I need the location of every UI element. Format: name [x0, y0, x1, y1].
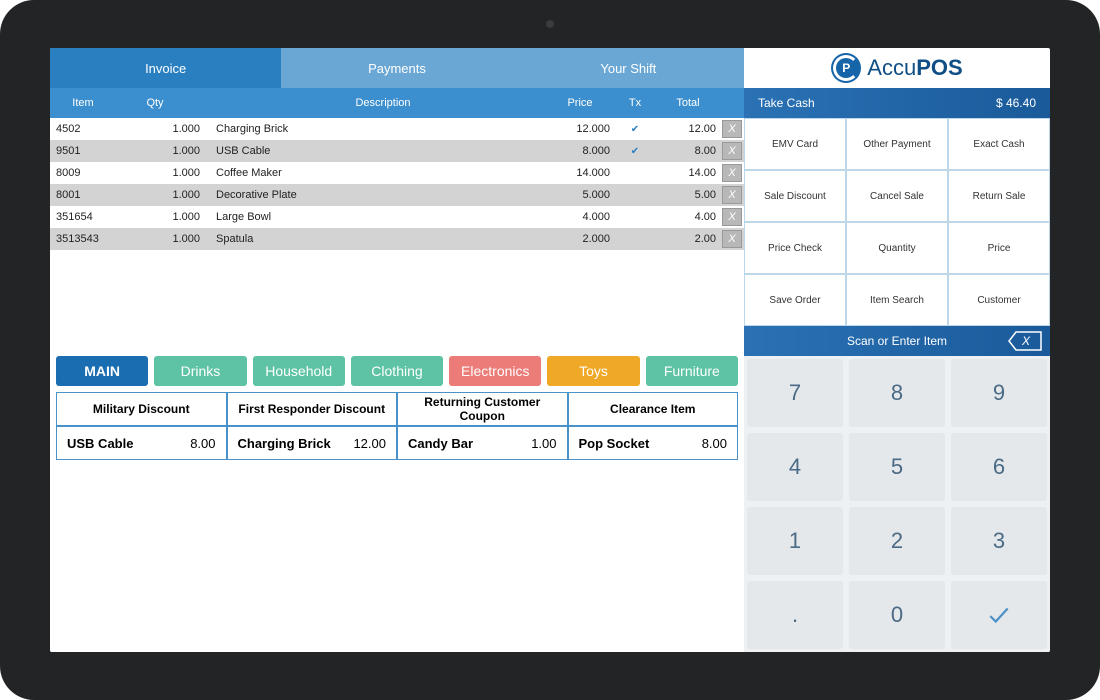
bottom-fill	[50, 460, 744, 652]
discount-military[interactable]: Military Discount	[56, 392, 227, 426]
key-8[interactable]: 8	[849, 359, 945, 427]
tablet-frame: Invoice Payments Your Shift Item Qty Des…	[0, 0, 1100, 700]
table-row[interactable]: 95011.000USB Cable8.000✔8.00X	[50, 140, 744, 162]
discount-row: Military Discount First Responder Discou…	[50, 392, 744, 426]
action-save-order[interactable]: Save Order	[744, 274, 846, 326]
key-7[interactable]: 7	[747, 359, 843, 427]
camera-dot	[546, 20, 554, 28]
th-desc: Description	[210, 97, 550, 109]
action-grid: EMV CardOther PaymentExact Cash Sale Disc…	[744, 118, 1050, 326]
scan-label: Scan or Enter Item	[847, 334, 947, 348]
cat-clothing[interactable]: Clothing	[351, 356, 443, 386]
cat-toys[interactable]: Toys	[547, 356, 639, 386]
logo-bar: P AccuPOS	[744, 48, 1050, 88]
delete-row-button[interactable]: X	[722, 164, 742, 182]
action-exact-cash[interactable]: Exact Cash	[948, 118, 1050, 170]
take-cash-button[interactable]: Take Cash $ 46.40	[744, 88, 1050, 118]
table-row[interactable]: 80091.000Coffee Maker14.00014.00X	[50, 162, 744, 184]
delete-row-button[interactable]: X	[722, 208, 742, 226]
delete-row-button[interactable]: X	[722, 230, 742, 248]
key-dot[interactable]: .	[747, 581, 843, 649]
table-row[interactable]: 80011.000Decorative Plate5.0005.00X	[50, 184, 744, 206]
action-quantity[interactable]: Quantity	[846, 222, 948, 274]
th-qty: Qty	[110, 97, 210, 109]
key-enter[interactable]	[951, 581, 1047, 649]
key-4[interactable]: 4	[747, 433, 843, 501]
table-header: Item Qty Description Price Tx Total	[50, 88, 744, 118]
backspace-icon[interactable]: X	[1008, 331, 1042, 351]
key-5[interactable]: 5	[849, 433, 945, 501]
th-price: Price	[550, 97, 610, 109]
cat-electronics[interactable]: Electronics	[449, 356, 541, 386]
cat-furniture[interactable]: Furniture	[646, 356, 738, 386]
delete-row-button[interactable]: X	[722, 120, 742, 138]
delete-row-button[interactable]: X	[722, 186, 742, 204]
key-2[interactable]: 2	[849, 507, 945, 575]
top-tabs: Invoice Payments Your Shift	[50, 48, 744, 88]
logo-icon: P	[831, 53, 861, 83]
th-tx: Tx	[610, 97, 660, 109]
quick-item[interactable]: USB Cable8.00	[56, 426, 227, 460]
delete-row-button[interactable]: X	[722, 142, 742, 160]
key-0[interactable]: 0	[849, 581, 945, 649]
tab-invoice[interactable]: Invoice	[50, 48, 281, 88]
key-6[interactable]: 6	[951, 433, 1047, 501]
action-item-search[interactable]: Item Search	[846, 274, 948, 326]
quick-item[interactable]: Charging Brick12.00	[227, 426, 398, 460]
take-cash-amount: $ 46.40	[996, 96, 1036, 110]
action-cancel-sale[interactable]: Cancel Sale	[846, 170, 948, 222]
action-emv-card[interactable]: EMV Card	[744, 118, 846, 170]
key-9[interactable]: 9	[951, 359, 1047, 427]
discount-returning[interactable]: Returning Customer Coupon	[397, 392, 568, 426]
key-3[interactable]: 3	[951, 507, 1047, 575]
discount-clearance[interactable]: Clearance Item	[568, 392, 739, 426]
action-price-check[interactable]: Price Check	[744, 222, 846, 274]
cat-drinks[interactable]: Drinks	[154, 356, 246, 386]
action-return-sale[interactable]: Return Sale	[948, 170, 1050, 222]
category-row: MAIN Drinks Household Clothing Electroni…	[50, 350, 744, 392]
cat-main[interactable]: MAIN	[56, 356, 148, 386]
action-sale-discount[interactable]: Sale Discount	[744, 170, 846, 222]
table-row[interactable]: 3516541.000Large Bowl4.0004.00X	[50, 206, 744, 228]
discount-first-responder[interactable]: First Responder Discount	[227, 392, 398, 426]
action-price[interactable]: Price	[948, 222, 1050, 274]
tab-shift[interactable]: Your Shift	[513, 48, 744, 88]
quick-item[interactable]: Candy Bar1.00	[397, 426, 568, 460]
cat-household[interactable]: Household	[253, 356, 345, 386]
logo-text: AccuPOS	[867, 55, 962, 81]
tab-payments[interactable]: Payments	[281, 48, 512, 88]
screen: Invoice Payments Your Shift Item Qty Des…	[50, 48, 1050, 652]
keypad: 789 456 123.0	[744, 356, 1050, 652]
table-row[interactable]: 35135431.000Spatula2.0002.00X	[50, 228, 744, 250]
quick-item-row: USB Cable8.00Charging Brick12.00Candy Ba…	[50, 426, 744, 460]
th-total: Total	[660, 97, 720, 109]
table-body: 45021.000Charging Brick12.000✔12.00X9501…	[50, 118, 744, 350]
action-other-payment[interactable]: Other Payment	[846, 118, 948, 170]
th-item: Item	[50, 97, 110, 109]
action-customer[interactable]: Customer	[948, 274, 1050, 326]
scan-bar[interactable]: Scan or Enter Item X	[744, 326, 1050, 356]
right-pane: P AccuPOS Take Cash $ 46.40 EMV CardOthe…	[744, 48, 1050, 652]
take-cash-label: Take Cash	[758, 96, 815, 110]
key-1[interactable]: 1	[747, 507, 843, 575]
quick-item[interactable]: Pop Socket8.00	[568, 426, 739, 460]
left-pane: Invoice Payments Your Shift Item Qty Des…	[50, 48, 744, 652]
table-row[interactable]: 45021.000Charging Brick12.000✔12.00X	[50, 118, 744, 140]
